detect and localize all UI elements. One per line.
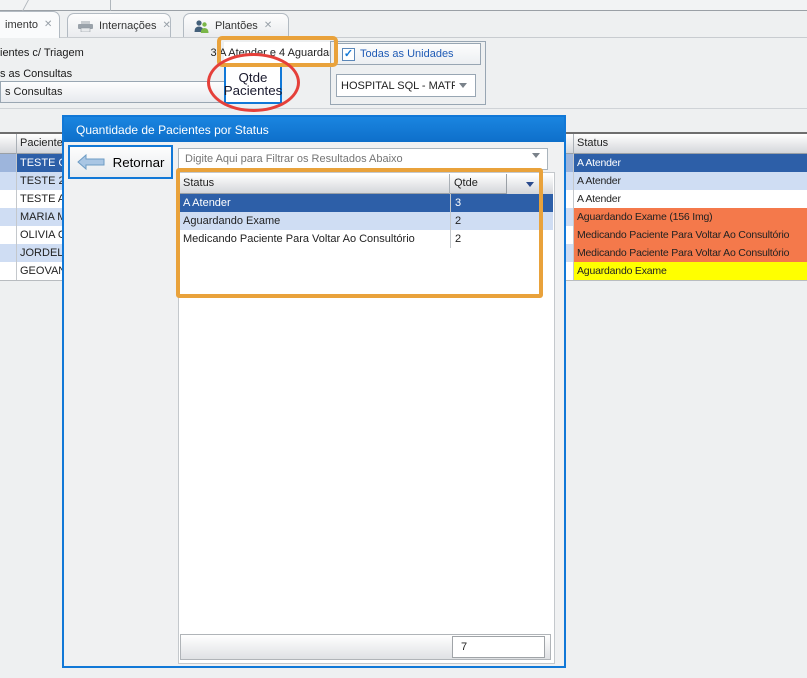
qtde-button-line1: Qtde <box>239 71 268 84</box>
modal-table-row[interactable]: A Atender 3 <box>179 194 553 212</box>
modal-status-cell[interactable]: Aguardando Exame <box>179 212 450 230</box>
consultas-combo-value: s Consultas <box>5 86 221 98</box>
row-indicator <box>0 244 16 262</box>
unit-combo-value: HOSPITAL SQL - MATRIZ <box>341 80 455 92</box>
status-counter-label: 3 A Atender e 4 Aguardando <box>224 42 334 63</box>
tab-label: Internações <box>99 20 156 32</box>
close-icon[interactable]: ✕ <box>264 21 272 31</box>
tab-internacoes[interactable]: Internações ✕ <box>67 13 171 38</box>
qtde-button-line2: Pacientes <box>224 84 283 97</box>
grid-filter-dropdown-button[interactable] <box>506 174 553 194</box>
modal-grid-header: Status Qtde <box>178 174 553 194</box>
filter-input[interactable] <box>178 148 548 170</box>
filter-chevron-icon <box>526 182 534 187</box>
modal-status-cell[interactable]: Medicando Paciente Para Voltar Ao Consul… <box>179 230 450 248</box>
tab-remnant-line <box>110 0 111 11</box>
column-divider <box>449 174 450 194</box>
status-cell[interactable]: A Atender <box>573 172 807 190</box>
row-indicator <box>0 226 16 244</box>
total-count-box: 7 <box>452 636 545 658</box>
modal-table-row[interactable]: Medicando Paciente Para Voltar Ao Consul… <box>179 230 553 248</box>
modal-status-header[interactable]: Status <box>183 177 214 189</box>
tab-plantoes[interactable]: Plantões ✕ <box>183 13 289 38</box>
unit-combo[interactable]: HOSPITAL SQL - MATRIZ <box>336 74 476 97</box>
status-cell[interactable]: A Atender <box>573 154 807 172</box>
modal-titlebar: Quantidade de Pacientes por Status <box>64 117 564 142</box>
retornar-label: Retornar <box>113 155 165 170</box>
printer-icon <box>78 21 93 32</box>
column-divider <box>16 134 17 154</box>
modal-qtde-header[interactable]: Qtde <box>454 177 478 189</box>
row-indicator <box>0 154 16 172</box>
chevron-down-icon[interactable] <box>532 153 540 158</box>
qtd-pacientes-modal: Quantidade de Pacientes por Status Retor… <box>62 115 566 668</box>
app-window: imento ✕ Internações ✕ Plantões ✕ ientes… <box>0 0 807 678</box>
close-icon[interactable]: ✕ <box>44 20 52 30</box>
modal-qtde-cell[interactable]: 2 <box>450 212 553 230</box>
content-divider <box>0 108 807 109</box>
tabbar-divider <box>0 37 807 38</box>
top-strip <box>0 0 807 11</box>
status-cell[interactable]: Medicando Paciente Para Voltar Ao Consul… <box>573 226 807 244</box>
tab-atendimento[interactable]: imento ✕ <box>0 11 60 38</box>
people-icon <box>194 20 209 33</box>
row-indicator <box>0 262 16 280</box>
triage-label: ientes c/ Triagem <box>0 47 84 59</box>
todas-unidades-row[interactable]: ✓ Todas as Unidades <box>336 43 481 65</box>
chevron-down-icon[interactable] <box>455 75 471 96</box>
modal-status-cell[interactable]: A Atender <box>179 194 450 212</box>
status-cell[interactable]: Aguardando Exame (156 Img) <box>573 208 807 226</box>
tab-label: Plantões <box>215 20 258 32</box>
tab-label: imento <box>5 19 38 31</box>
close-icon[interactable]: ✕ <box>162 21 170 31</box>
checked-checkbox-icon[interactable]: ✓ <box>342 48 355 61</box>
row-indicator <box>0 190 16 208</box>
modal-qtde-cell[interactable]: 3 <box>450 194 553 212</box>
qtde-pacientes-button[interactable]: Qtde Pacientes <box>224 63 282 104</box>
modal-qtde-cell[interactable]: 2 <box>450 230 553 248</box>
status-cell[interactable]: Medicando Paciente Para Voltar Ao Consul… <box>573 244 807 262</box>
back-arrow-icon <box>77 154 105 170</box>
consultas-combo[interactable]: s Consultas <box>0 81 242 103</box>
row-indicator <box>0 172 16 190</box>
status-cell[interactable]: Aguardando Exame <box>573 262 807 280</box>
row-indicator <box>0 208 16 226</box>
column-divider <box>573 134 574 154</box>
modal-table-row[interactable]: Aguardando Exame 2 <box>179 212 553 230</box>
paciente-column-header[interactable]: Paciente <box>20 137 63 149</box>
consultas-label: s as Consultas <box>0 68 72 80</box>
status-cell[interactable]: A Atender <box>573 190 807 208</box>
retornar-button[interactable]: Retornar <box>68 145 173 179</box>
status-column-header[interactable]: Status <box>577 137 608 149</box>
todas-unidades-label[interactable]: Todas as Unidades <box>360 48 454 60</box>
tab-remnant-slant <box>9 0 29 11</box>
